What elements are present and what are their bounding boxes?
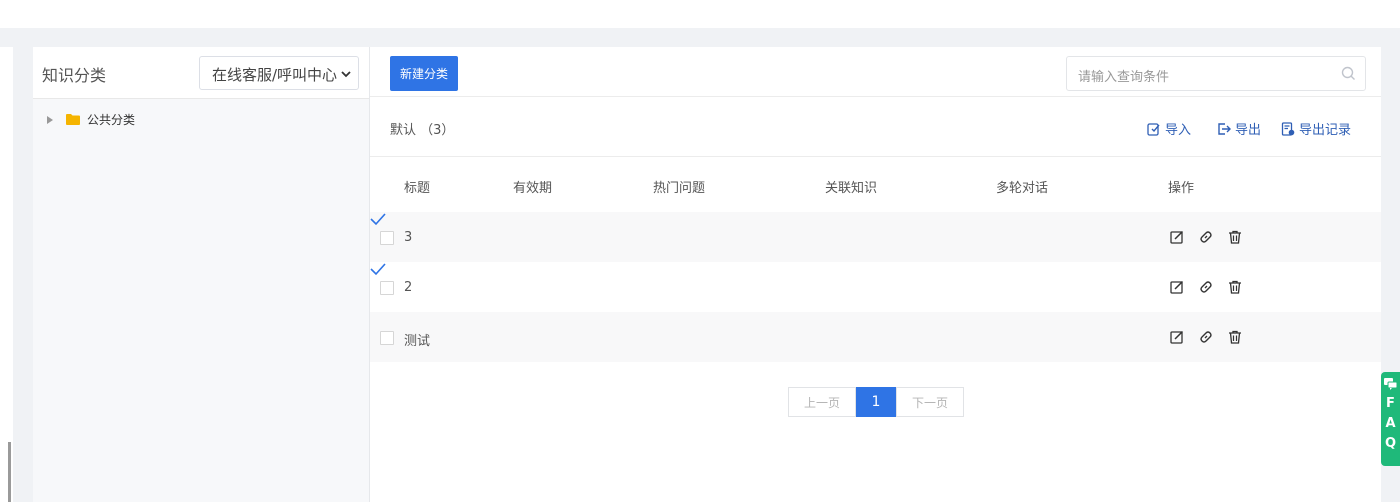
chevron-down-icon [341,71,351,78]
scrollbar-thumb[interactable] [8,442,11,502]
column-hot-question: 热门问题 [653,181,706,196]
link-icon[interactable] [1199,330,1213,344]
pagination: 上一页 1 下一页 [788,387,964,417]
prev-page-button[interactable]: 上一页 [788,387,856,417]
search-icon[interactable] [1341,66,1356,81]
faq-letter: Q [1384,436,1397,451]
page-number-current[interactable]: 1 [856,387,896,417]
check-icon [370,213,386,226]
table-row: 2 [370,262,1381,312]
edit-icon[interactable] [1170,330,1184,344]
delete-icon[interactable] [1228,230,1242,244]
list-header: 默认 （3） 导入 导出 导出记录 [370,97,1381,157]
column-actions: 操作 [1168,181,1195,196]
faq-tab[interactable]: F A Q [1381,372,1400,466]
link-icon[interactable] [1199,230,1213,244]
folder-icon [66,114,80,125]
main-panel: 新建分类 请输入查询条件 默认 （3） 导入 导出 导出记录 标题 有效期 热门… [370,47,1381,502]
table-row: 3 [370,212,1381,262]
delete-icon[interactable] [1228,280,1242,294]
row-checkbox[interactable] [380,281,394,295]
category-sidebar: 知识分类 在线客服/呼叫中心 公共分类 [33,47,370,502]
export-label: 导出 [1235,123,1262,138]
channel-select-value: 在线客服/呼叫中心 [212,66,338,84]
sidebar-header: 知识分类 在线客服/呼叫中心 [33,47,369,99]
row-checkbox[interactable] [380,231,394,245]
check-icon [370,263,386,276]
column-validity: 有效期 [513,181,553,196]
export-button[interactable]: 导出 [1217,119,1261,138]
row-actions [1170,230,1257,244]
import-icon [1147,122,1160,136]
export-record-button[interactable]: 导出记录 [1281,119,1351,138]
row-title: 测试 [404,334,431,349]
left-panel-edge [0,47,13,502]
tree-item-public[interactable]: 公共分类 [47,111,135,128]
delete-icon[interactable] [1228,330,1242,344]
search-placeholder: 请输入查询条件 [1078,70,1170,85]
sidebar-title: 知识分类 [42,66,107,85]
category-count-label: 默认 （3） [390,123,455,138]
new-category-button[interactable]: 新建分类 [390,56,458,91]
import-label: 导入 [1165,123,1192,138]
import-button[interactable]: 导入 [1147,119,1191,138]
export-record-icon [1281,121,1295,136]
row-actions [1170,330,1257,344]
top-bar [0,0,1400,28]
column-multi-turn: 多轮对话 [996,181,1049,196]
row-title: 3 [404,230,413,245]
edit-icon[interactable] [1170,230,1184,244]
toolbar: 新建分类 请输入查询条件 [370,47,1381,97]
channel-select[interactable]: 在线客服/呼叫中心 [199,56,359,90]
column-related-knowledge: 关联知识 [825,181,878,196]
caret-right-icon[interactable] [47,115,53,124]
next-page-button[interactable]: 下一页 [896,387,964,417]
chat-icon [1384,378,1397,390]
link-icon[interactable] [1199,280,1213,294]
table-row: 测试 [370,312,1381,362]
row-actions [1170,280,1257,294]
edit-icon[interactable] [1170,280,1184,294]
faq-letter: F [1386,396,1395,411]
column-title: 标题 [404,181,431,196]
row-checkbox[interactable] [380,331,394,345]
search-input[interactable]: 请输入查询条件 [1066,56,1366,91]
table-header: 标题 有效期 热门问题 关联知识 多轮对话 操作 [370,157,1381,212]
tree-item-label: 公共分类 [87,113,136,127]
faq-letter: A [1385,416,1396,431]
export-icon [1218,122,1231,135]
export-record-label: 导出记录 [1299,123,1352,138]
row-title: 2 [404,280,413,295]
